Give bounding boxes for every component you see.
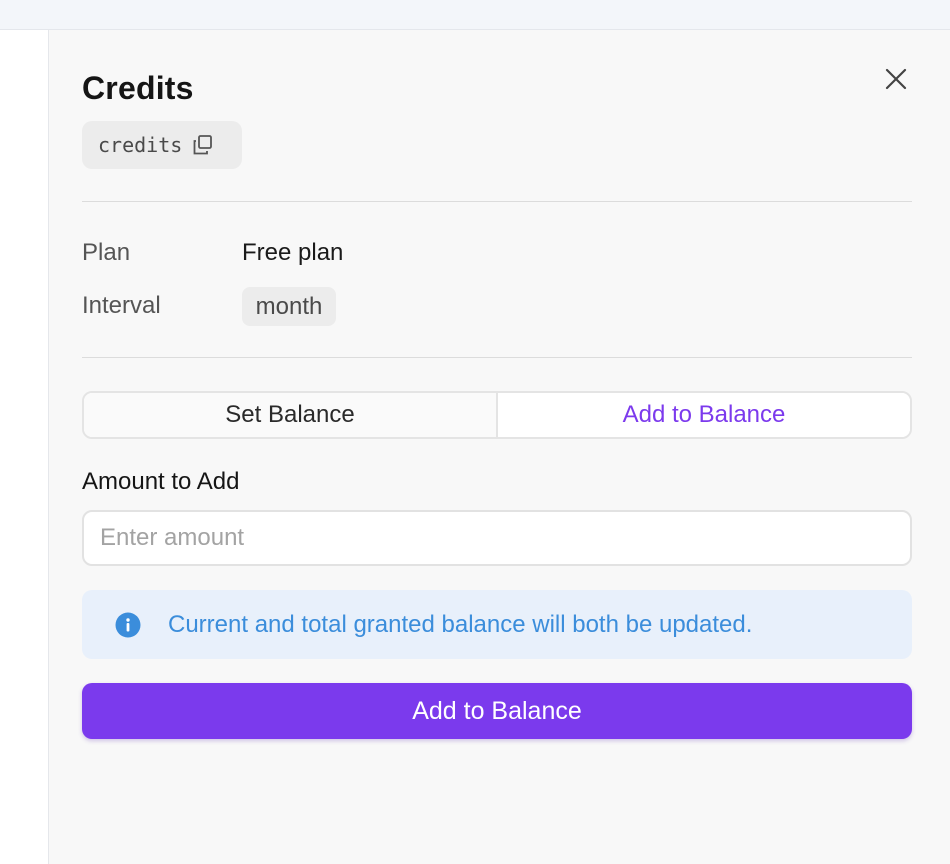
feature-id-copy-chip[interactable]: credits <box>82 121 242 169</box>
amount-input[interactable] <box>82 510 912 566</box>
panel-title: Credits <box>82 70 194 106</box>
interval-label: Interval <box>82 292 161 319</box>
amount-label: Amount to Add <box>82 468 240 495</box>
info-banner: Current and total granted balance will b… <box>82 590 912 659</box>
credits-side-panel: Credits credits Plan Free plan Interval … <box>49 30 950 864</box>
background-page-strip <box>0 30 49 864</box>
balance-mode-toggle: Set Balance Add to Balance <box>82 391 912 439</box>
feature-id-text: credits <box>98 133 183 157</box>
set-balance-tab[interactable]: Set Balance <box>84 393 498 437</box>
interval-value-badge: month <box>242 287 336 326</box>
plan-value: Free plan <box>242 239 344 266</box>
divider <box>82 357 912 358</box>
add-to-balance-button[interactable]: Add to Balance <box>82 683 912 739</box>
close-icon <box>885 68 907 90</box>
add-to-balance-tab[interactable]: Add to Balance <box>498 393 910 437</box>
close-button[interactable] <box>881 64 911 94</box>
divider <box>82 201 912 202</box>
plan-label: Plan <box>82 239 131 266</box>
top-bar <box>0 0 950 30</box>
info-text: Current and total granted balance will b… <box>168 610 753 638</box>
copy-icon <box>193 135 213 155</box>
info-icon <box>115 612 141 637</box>
